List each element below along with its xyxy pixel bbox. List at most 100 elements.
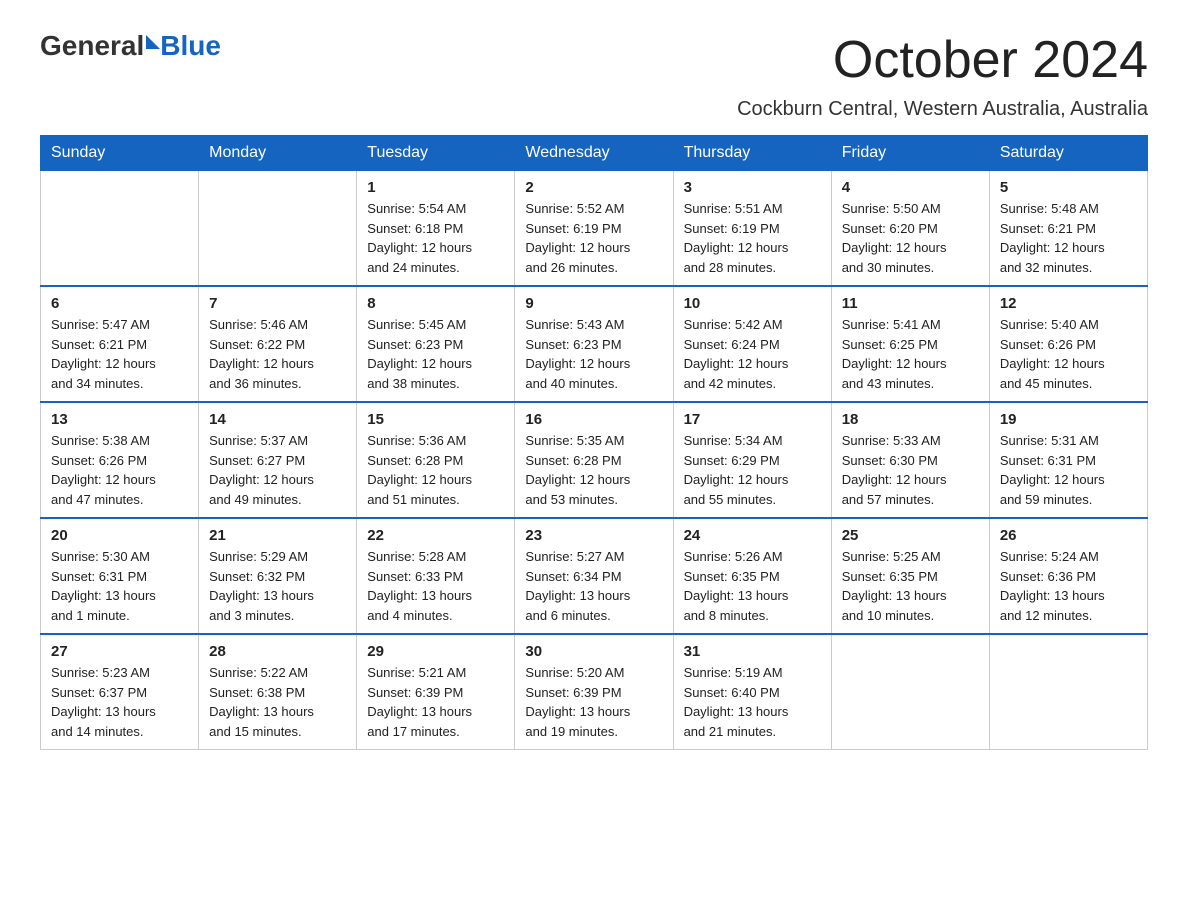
calendar-day-cell: 11Sunrise: 5:41 AM Sunset: 6:25 PM Dayli…	[831, 286, 989, 402]
day-info: Sunrise: 5:26 AM Sunset: 6:35 PM Dayligh…	[684, 549, 789, 623]
day-number: 30	[525, 643, 662, 660]
day-info: Sunrise: 5:38 AM Sunset: 6:26 PM Dayligh…	[51, 433, 156, 507]
calendar-day-cell: 16 Sunrise: 5:35 AM Sunset: 6:28 PM Dayli…	[515, 402, 673, 518]
day-number: 21	[209, 527, 346, 544]
calendar-day-cell: 7 Sunrise: 5:46 AM Sunset: 6:22 PM Daylig…	[199, 286, 357, 402]
day-info: Sunrise: 5:54 AM Sunset: 6:18 PM Dayligh…	[367, 201, 472, 275]
day-info: Sunrise: 5:43 AM Sunset: 6:23 PM Dayligh…	[525, 317, 630, 391]
day-number: 22	[367, 527, 504, 544]
day-info: Sunrise: 5:33 AM Sunset: 6:30 PM Dayligh…	[842, 433, 947, 507]
day-number: 11	[842, 295, 979, 312]
calendar-header-cell: Tuesday	[357, 136, 515, 171]
calendar-table: SundayMondayTuesdayWednesdayThursdayFrid…	[40, 135, 1148, 750]
calendar-day-cell: 22 Sunrise: 5:28 AM Sunset: 6:33 PM Dayli…	[357, 518, 515, 634]
calendar-day-cell: 29 Sunrise: 5:21 AM Sunset: 6:39 PM Dayli…	[357, 634, 515, 750]
calendar-header-cell: Friday	[831, 136, 989, 171]
calendar-header-row: SundayMondayTuesdayWednesdayThursdayFrid…	[41, 136, 1148, 171]
day-number: 18	[842, 411, 979, 428]
day-number: 4	[842, 179, 979, 196]
day-number: 9	[525, 295, 662, 312]
calendar-day-cell: 28Sunrise: 5:22 AM Sunset: 6:38 PM Dayli…	[199, 634, 357, 750]
calendar-body: 1Sunrise: 5:54 AM Sunset: 6:18 PM Daylig…	[41, 171, 1148, 750]
day-info: Sunrise: 5:50 AM Sunset: 6:20 PM Dayligh…	[842, 201, 947, 275]
day-info: Sunrise: 5:30 AM Sunset: 6:31 PM Dayligh…	[51, 549, 156, 623]
day-info: Sunrise: 5:51 AM Sunset: 6:19 PM Dayligh…	[684, 201, 789, 275]
day-info: Sunrise: 5:20 AM Sunset: 6:39 PM Dayligh…	[525, 665, 630, 739]
calendar-day-cell: 23Sunrise: 5:27 AM Sunset: 6:34 PM Dayli…	[515, 518, 673, 634]
day-info: Sunrise: 5:48 AM Sunset: 6:21 PM Dayligh…	[1000, 201, 1105, 275]
calendar-day-cell	[989, 634, 1147, 750]
calendar-day-cell: 13 Sunrise: 5:38 AM Sunset: 6:26 PM Dayli…	[41, 402, 199, 518]
page-header: General Blue October 2024	[40, 30, 1148, 90]
calendar-day-cell: 14 Sunrise: 5:37 AM Sunset: 6:27 PM Dayli…	[199, 402, 357, 518]
day-number: 8	[367, 295, 504, 312]
day-info: Sunrise: 5:47 AM Sunset: 6:21 PM Dayligh…	[51, 317, 156, 391]
day-info: Sunrise: 5:23 AM Sunset: 6:37 PM Dayligh…	[51, 665, 156, 739]
logo-blue-text: Blue	[160, 30, 221, 62]
calendar-day-cell: 20 Sunrise: 5:30 AM Sunset: 6:31 PM Dayli…	[41, 518, 199, 634]
calendar-week-row: 27 Sunrise: 5:23 AM Sunset: 6:37 PM Dayli…	[41, 634, 1148, 750]
day-number: 24	[684, 527, 821, 544]
calendar-day-cell: 19Sunrise: 5:31 AM Sunset: 6:31 PM Dayli…	[989, 402, 1147, 518]
calendar-day-cell: 31 Sunrise: 5:19 AM Sunset: 6:40 PM Dayli…	[673, 634, 831, 750]
calendar-day-cell: 26 Sunrise: 5:24 AM Sunset: 6:36 PM Dayli…	[989, 518, 1147, 634]
calendar-day-cell: 9 Sunrise: 5:43 AM Sunset: 6:23 PM Daylig…	[515, 286, 673, 402]
calendar-day-cell: 4 Sunrise: 5:50 AM Sunset: 6:20 PM Daylig…	[831, 171, 989, 287]
day-info: Sunrise: 5:35 AM Sunset: 6:28 PM Dayligh…	[525, 433, 630, 507]
day-info: Sunrise: 5:52 AM Sunset: 6:19 PM Dayligh…	[525, 201, 630, 275]
day-number: 3	[684, 179, 821, 196]
day-number: 29	[367, 643, 504, 660]
calendar-day-cell: 21 Sunrise: 5:29 AM Sunset: 6:32 PM Dayli…	[199, 518, 357, 634]
day-number: 5	[1000, 179, 1137, 196]
calendar-day-cell: 8Sunrise: 5:45 AM Sunset: 6:23 PM Daylig…	[357, 286, 515, 402]
logo: General Blue	[40, 30, 221, 62]
day-number: 10	[684, 295, 821, 312]
calendar-header-cell: Wednesday	[515, 136, 673, 171]
calendar-week-row: 13 Sunrise: 5:38 AM Sunset: 6:26 PM Dayli…	[41, 402, 1148, 518]
day-number: 28	[209, 643, 346, 660]
day-number: 19	[1000, 411, 1137, 428]
day-info: Sunrise: 5:21 AM Sunset: 6:39 PM Dayligh…	[367, 665, 472, 739]
day-number: 6	[51, 295, 188, 312]
calendar-day-cell: 24 Sunrise: 5:26 AM Sunset: 6:35 PM Dayli…	[673, 518, 831, 634]
day-number: 12	[1000, 295, 1137, 312]
calendar-header-cell: Sunday	[41, 136, 199, 171]
day-info: Sunrise: 5:34 AM Sunset: 6:29 PM Dayligh…	[684, 433, 789, 507]
day-number: 20	[51, 527, 188, 544]
calendar-day-cell: 6 Sunrise: 5:47 AM Sunset: 6:21 PM Daylig…	[41, 286, 199, 402]
day-number: 26	[1000, 527, 1137, 544]
calendar-day-cell: 5 Sunrise: 5:48 AM Sunset: 6:21 PM Daylig…	[989, 171, 1147, 287]
calendar-header-cell: Thursday	[673, 136, 831, 171]
day-number: 31	[684, 643, 821, 660]
calendar-header-cell: Monday	[199, 136, 357, 171]
calendar-day-cell: 3 Sunrise: 5:51 AM Sunset: 6:19 PM Daylig…	[673, 171, 831, 287]
calendar-day-cell: 10Sunrise: 5:42 AM Sunset: 6:24 PM Dayli…	[673, 286, 831, 402]
calendar-day-cell: 25Sunrise: 5:25 AM Sunset: 6:35 PM Dayli…	[831, 518, 989, 634]
day-number: 7	[209, 295, 346, 312]
day-number: 13	[51, 411, 188, 428]
day-info: Sunrise: 5:40 AM Sunset: 6:26 PM Dayligh…	[1000, 317, 1105, 391]
day-number: 27	[51, 643, 188, 660]
day-number: 15	[367, 411, 504, 428]
day-number: 23	[525, 527, 662, 544]
day-info: Sunrise: 5:46 AM Sunset: 6:22 PM Dayligh…	[209, 317, 314, 391]
day-info: Sunrise: 5:24 AM Sunset: 6:36 PM Dayligh…	[1000, 549, 1105, 623]
day-info: Sunrise: 5:37 AM Sunset: 6:27 PM Dayligh…	[209, 433, 314, 507]
calendar-day-cell	[199, 171, 357, 287]
logo-triangle-icon	[146, 35, 160, 49]
day-number: 16	[525, 411, 662, 428]
month-title: October 2024	[833, 30, 1148, 90]
day-info: Sunrise: 5:19 AM Sunset: 6:40 PM Dayligh…	[684, 665, 789, 739]
day-number: 2	[525, 179, 662, 196]
calendar-week-row: 20 Sunrise: 5:30 AM Sunset: 6:31 PM Dayli…	[41, 518, 1148, 634]
calendar-week-row: 1Sunrise: 5:54 AM Sunset: 6:18 PM Daylig…	[41, 171, 1148, 287]
calendar-day-cell: 18 Sunrise: 5:33 AM Sunset: 6:30 PM Dayli…	[831, 402, 989, 518]
day-info: Sunrise: 5:29 AM Sunset: 6:32 PM Dayligh…	[209, 549, 314, 623]
calendar-day-cell	[41, 171, 199, 287]
day-info: Sunrise: 5:28 AM Sunset: 6:33 PM Dayligh…	[367, 549, 472, 623]
calendar-day-cell: 30 Sunrise: 5:20 AM Sunset: 6:39 PM Dayli…	[515, 634, 673, 750]
calendar-day-cell: 17Sunrise: 5:34 AM Sunset: 6:29 PM Dayli…	[673, 402, 831, 518]
calendar-header-cell: Saturday	[989, 136, 1147, 171]
calendar-day-cell: 1Sunrise: 5:54 AM Sunset: 6:18 PM Daylig…	[357, 171, 515, 287]
day-number: 14	[209, 411, 346, 428]
